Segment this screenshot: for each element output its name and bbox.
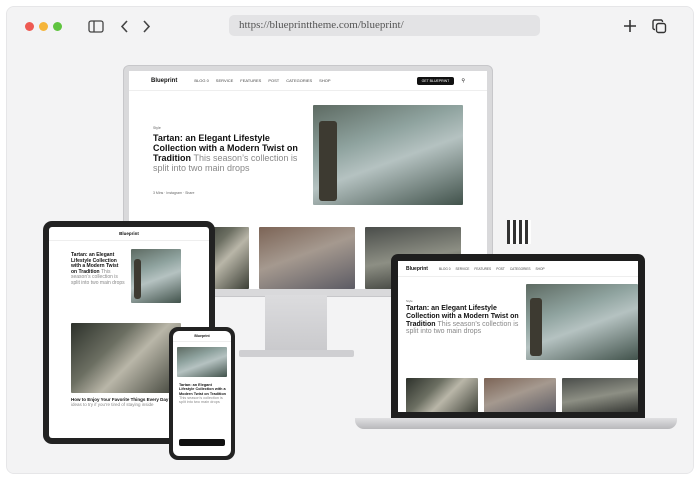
copy-tabs-icon[interactable]	[651, 18, 667, 34]
title-bar: https://blueprinttheme.com/blueprint/	[7, 7, 693, 45]
laptop-screen: Blueprint BLOG 0 SERVICE FEATURES POST C…	[398, 261, 638, 412]
back-icon[interactable]	[117, 18, 131, 34]
laptop-grid-image-2[interactable]	[484, 378, 556, 412]
nav-blog[interactable]: BLOG 0	[194, 78, 208, 83]
laptop-base	[355, 418, 677, 429]
forward-icon[interactable]	[139, 18, 153, 34]
close-window-button[interactable]	[25, 22, 34, 31]
hero-image[interactable]	[313, 105, 463, 205]
laptop-hero-image[interactable]	[526, 284, 638, 360]
hero-headline[interactable]: Tartan: an Elegant Lifestyle Collection …	[153, 133, 311, 173]
tablet-logo[interactable]: Blueprint	[119, 231, 139, 236]
laptop-grid-image-3[interactable]	[562, 378, 638, 412]
search-icon[interactable]: ⚲	[461, 78, 465, 84]
laptop-grid-image-1[interactable]	[406, 378, 478, 412]
laptop-nav-shop[interactable]: SHOP	[536, 267, 545, 271]
phone-device: Blueprint Tartan: an Elegant Lifestyle C…	[169, 327, 235, 460]
get-blueprint-button[interactable]: GET BLUEPRINT	[416, 76, 455, 85]
minimize-window-button[interactable]	[39, 22, 48, 31]
phone-headline[interactable]: Tartan: an Elegant Lifestyle Collection …	[179, 383, 227, 404]
monitor-base	[239, 350, 354, 357]
hero-meta: 3 Mins · Instagram · Share	[153, 191, 195, 195]
qr-code-icon	[507, 220, 531, 244]
phone-cta-button[interactable]	[179, 439, 225, 446]
nav-item-categories[interactable]: CATEGORIES	[286, 78, 312, 83]
laptop-logo[interactable]: Blueprint	[406, 266, 428, 272]
nav-item-features[interactable]: FEATURES	[240, 78, 261, 83]
laptop-device: Blueprint BLOG 0 SERVICE FEATURES POST C…	[391, 254, 645, 419]
phone-screen: Blueprint Tartan: an Elegant Lifestyle C…	[173, 331, 231, 456]
tablet-post-title[interactable]: How to Enjoy Your Favorite Things Every …	[71, 397, 183, 407]
laptop-nav-service[interactable]: SERVICE	[455, 267, 469, 271]
nav-item-service[interactable]: SERVICE	[216, 78, 234, 83]
laptop-nav: Blueprint BLOG 0 SERVICE FEATURES POST C…	[398, 261, 638, 277]
phone-logo[interactable]: Blueprint	[194, 334, 209, 338]
new-tab-icon[interactable]	[622, 18, 638, 34]
maximize-window-button[interactable]	[53, 22, 62, 31]
phone-nav: Blueprint	[173, 331, 231, 342]
hero-person	[319, 121, 337, 201]
laptop-hero-headline[interactable]: Tartan: an Elegant Lifestyle Collection …	[406, 305, 524, 336]
laptop-nav-categories[interactable]: CATEGORIES	[510, 267, 531, 271]
hero-tag[interactable]: Style	[153, 126, 161, 130]
phone-subline: This season’s collection is split into t…	[179, 395, 223, 404]
nav-item-shop[interactable]: SHOP	[319, 78, 330, 83]
laptop-nav-features[interactable]: FEATURES	[474, 267, 491, 271]
tablet-hero-image[interactable]	[131, 249, 181, 303]
laptop-person	[530, 298, 542, 356]
tablet-nav: Blueprint	[49, 227, 209, 241]
grid-image-2[interactable]	[259, 227, 355, 289]
phone-headline-text: Tartan: an Elegant Lifestyle Collection …	[179, 383, 226, 396]
browser-window: https://blueprinttheme.com/blueprint/ Bl…	[6, 6, 694, 474]
address-bar[interactable]: https://blueprinttheme.com/blueprint/	[229, 15, 540, 36]
tablet-headline[interactable]: Tartan: an Elegant Lifestyle Collection …	[71, 252, 125, 287]
tablet-person	[134, 259, 141, 299]
nav-item-post[interactable]: POST	[268, 78, 279, 83]
desktop-nav: Blueprint BLOG 0 SERVICE FEATURES POST C…	[129, 71, 487, 91]
laptop-nav-post[interactable]: POST	[496, 267, 505, 271]
laptop-hero-tag[interactable]: Style	[406, 299, 413, 303]
laptop-nav-blog[interactable]: BLOG 0	[439, 267, 451, 271]
monitor-stand	[265, 295, 327, 353]
tablet-headline-text: Tartan: an Elegant Lifestyle Collection …	[71, 252, 119, 275]
sidebar-toggle-icon[interactable]	[87, 18, 105, 34]
site-logo[interactable]: Blueprint	[151, 78, 177, 84]
url-text: https://blueprinttheme.com/blueprint/	[239, 19, 404, 31]
phone-hero-image[interactable]	[177, 347, 227, 377]
page-content: Blueprint BLOG 0 SERVICE FEATURES POST C…	[7, 45, 693, 473]
tablet-post-image[interactable]	[71, 323, 181, 393]
